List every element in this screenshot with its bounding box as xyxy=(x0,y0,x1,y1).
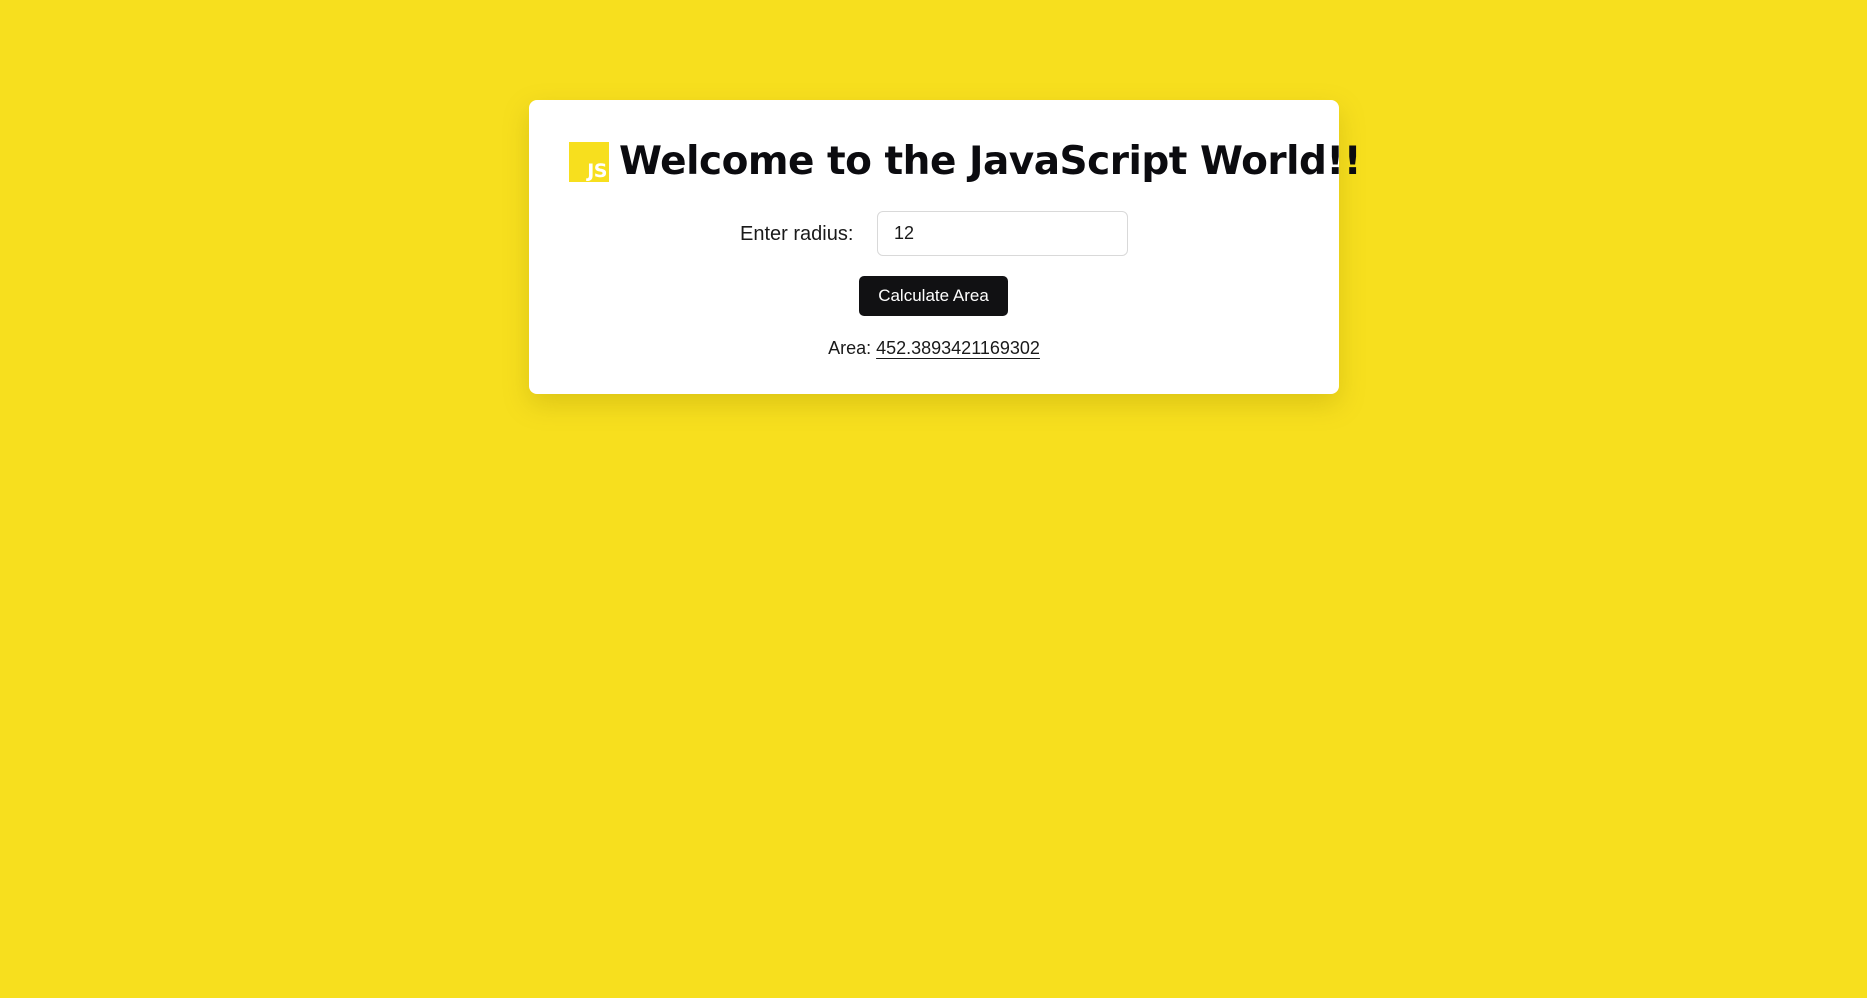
title-row: JS Welcome to the JavaScript World!! xyxy=(569,139,1362,184)
radius-input[interactable] xyxy=(877,211,1128,256)
calculate-area-button[interactable]: Calculate Area xyxy=(859,276,1008,316)
area-label: Area: xyxy=(828,338,877,358)
radius-label: Enter radius: xyxy=(740,223,854,245)
js-logo-icon: JS xyxy=(569,142,609,182)
result-row: Area: 452.3893421169302 xyxy=(529,336,1339,360)
calculator-card: JS Welcome to the JavaScript World!! Ent… xyxy=(529,100,1362,394)
page-title: Welcome to the JavaScript World!! xyxy=(619,139,1362,184)
js-logo-text: JS xyxy=(587,160,607,182)
area-value: 452.3893421169302 xyxy=(876,338,1040,358)
